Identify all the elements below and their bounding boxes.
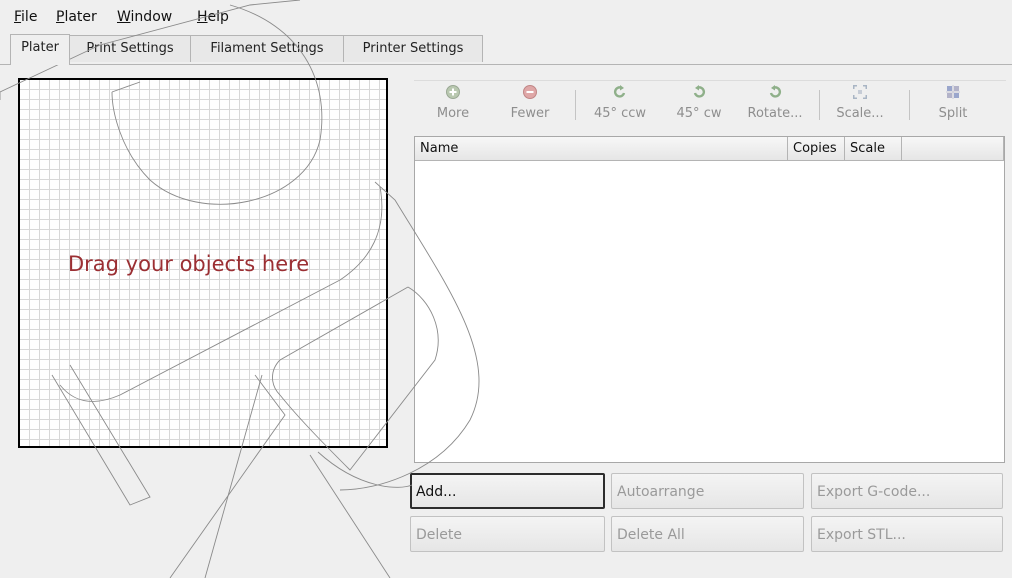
menu-window[interactable]: Window: [117, 9, 172, 25]
scale-button[interactable]: Scale...: [828, 84, 892, 128]
add-button[interactable]: Add...: [410, 473, 605, 509]
fewer-button[interactable]: Fewer: [504, 84, 556, 128]
rotate-cw-label: 45° cw: [676, 106, 722, 121]
export-gcode-button[interactable]: Export G-code...: [811, 473, 1003, 509]
split-icon: [928, 84, 978, 106]
autoarrange-button[interactable]: Autoarrange: [611, 473, 804, 509]
rotate-ccw-button[interactable]: 45° ccw: [586, 84, 654, 128]
bed-drop-hint: Drag your objects here: [68, 252, 310, 276]
toolbar-top-rule: [414, 80, 1006, 81]
column-header-blank[interactable]: [902, 137, 1004, 161]
column-header-scale[interactable]: Scale: [845, 137, 902, 161]
toolbar-separator: [819, 90, 820, 120]
tab-filament-settings[interactable]: Filament Settings: [190, 35, 344, 62]
tab-bar: Plater Print Settings Filament Settings …: [0, 34, 1012, 65]
tab-printer-settings[interactable]: Printer Settings: [343, 35, 483, 62]
more-label: More: [436, 106, 470, 121]
rotate-button[interactable]: Rotate...: [740, 84, 810, 128]
delete-button[interactable]: Delete: [410, 516, 605, 552]
scale-label: Scale...: [836, 106, 884, 121]
rotate-label: Rotate...: [747, 106, 803, 121]
menu-plater[interactable]: Plater: [56, 9, 97, 25]
remove-icon: [504, 84, 556, 106]
object-list[interactable]: Name Copies Scale: [414, 136, 1005, 463]
tab-plater[interactable]: Plater: [10, 34, 70, 65]
rotate-ccw-icon: [586, 84, 654, 106]
tab-print-settings[interactable]: Print Settings: [69, 35, 191, 62]
more-button[interactable]: More: [430, 84, 476, 128]
fewer-label: Fewer: [510, 106, 550, 121]
rotate-cw-icon: [668, 84, 730, 106]
delete-all-button[interactable]: Delete All: [611, 516, 804, 552]
toolbar-separator: [575, 90, 576, 120]
menu-help[interactable]: Help: [197, 9, 229, 25]
rotate-cw-button[interactable]: 45° cw: [668, 84, 730, 128]
column-header-copies[interactable]: Copies: [788, 137, 845, 161]
add-icon: [430, 84, 476, 106]
scale-icon: [828, 84, 892, 106]
menu-bar: File Plater Window Help: [0, 0, 1012, 34]
toolbar-separator: [909, 90, 910, 120]
split-label: Split: [938, 106, 968, 121]
rotate-icon: [740, 84, 810, 106]
rotate-ccw-label: 45° ccw: [593, 106, 647, 121]
column-header-name[interactable]: Name: [415, 137, 788, 161]
split-button[interactable]: Split: [928, 84, 978, 128]
menu-file[interactable]: File: [14, 9, 37, 25]
export-stl-button[interactable]: Export STL...: [811, 516, 1003, 552]
